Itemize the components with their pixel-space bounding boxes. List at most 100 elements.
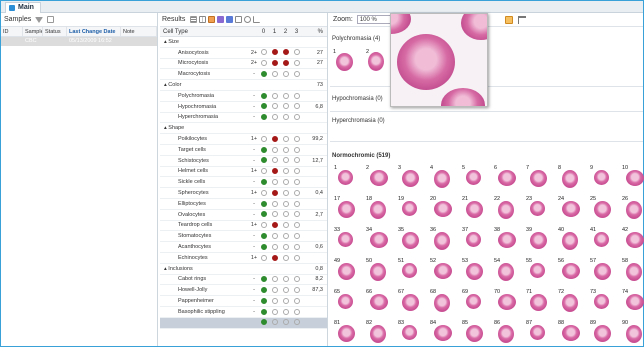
- results-row[interactable]: Microcytosis 2+ 27: [160, 59, 327, 70]
- cell-thumbnail[interactable]: [370, 294, 388, 310]
- cell-thumbnail[interactable]: [626, 263, 642, 281]
- cell-thumbnail[interactable]: [626, 325, 642, 343]
- results-row[interactable]: Spherocytes 1+ 0,4: [160, 188, 327, 199]
- results-row[interactable]: Howell-Jolly - 87,3: [160, 285, 327, 297]
- grade-radio[interactable]: [293, 135, 300, 142]
- grade-radio[interactable]: [271, 49, 278, 56]
- grade-radio[interactable]: [260, 189, 267, 196]
- col-last-change-date[interactable]: Last Change Date: [67, 27, 121, 36]
- grade-radio[interactable]: [282, 168, 289, 175]
- cell-thumbnail[interactable]: [530, 170, 547, 187]
- grade-radio[interactable]: [260, 60, 267, 67]
- grade-radio[interactable]: [293, 49, 300, 56]
- results-row[interactable]: Pappenheimer -: [160, 296, 327, 307]
- cell-thumbnail[interactable]: [370, 201, 386, 219]
- grade-radio[interactable]: [282, 157, 289, 164]
- grade-radio[interactable]: [271, 168, 278, 175]
- cell-thumbnail[interactable]: [530, 263, 545, 278]
- grade-radio[interactable]: [260, 308, 267, 315]
- grade-radio[interactable]: [271, 308, 278, 315]
- cell-thumbnail[interactable]: [370, 325, 386, 343]
- cell-thumbnail[interactable]: [562, 170, 578, 188]
- grade-radio[interactable]: [271, 189, 278, 196]
- grade-radio[interactable]: [271, 200, 278, 207]
- results-row[interactable]: Target cells -: [160, 145, 327, 156]
- cell-thumbnail[interactable]: [466, 294, 481, 309]
- grade-radio[interactable]: [282, 146, 289, 153]
- grade-radio[interactable]: [293, 168, 300, 175]
- cell-thumbnail[interactable]: [466, 201, 483, 218]
- grade-radio[interactable]: [271, 114, 278, 121]
- col-note[interactable]: Note: [121, 27, 157, 36]
- cell-thumbnail[interactable]: [498, 294, 516, 310]
- cell-thumbnail[interactable]: [434, 201, 452, 217]
- results-row[interactable]: Helmet cells 1+: [160, 167, 327, 178]
- highlight-tool-icon[interactable]: [505, 16, 513, 24]
- cell-thumbnail[interactable]: [338, 263, 355, 280]
- checkbox-icon[interactable]: [47, 16, 55, 23]
- grade-radio[interactable]: [271, 92, 278, 99]
- grade-radio[interactable]: [271, 254, 278, 261]
- grade-radio[interactable]: [260, 276, 267, 283]
- grade-radio[interactable]: [260, 103, 267, 110]
- grade-radio[interactable]: [260, 222, 267, 229]
- cell-thumbnail[interactable]: [562, 232, 578, 250]
- cell-thumbnail[interactable]: [402, 201, 417, 216]
- grade-radio[interactable]: [293, 243, 300, 250]
- grade-radio[interactable]: [282, 287, 289, 293]
- grade-radio[interactable]: [271, 287, 278, 293]
- grade-radio[interactable]: [260, 71, 267, 78]
- cell-thumbnail[interactable]: [562, 325, 580, 341]
- cell-thumbnail[interactable]: [626, 170, 644, 186]
- grade-radio[interactable]: [293, 297, 300, 304]
- grade-radio[interactable]: [282, 297, 289, 304]
- grade-radio[interactable]: [271, 222, 278, 229]
- cell-thumbnail[interactable]: [498, 263, 514, 281]
- cell-thumbnail[interactable]: [594, 201, 611, 218]
- grade-radio[interactable]: [282, 211, 289, 218]
- cell-thumbnail[interactable]: [626, 294, 644, 310]
- grade-radio[interactable]: [282, 60, 289, 67]
- grade-radio[interactable]: [271, 157, 278, 164]
- grade-radio[interactable]: [293, 200, 300, 207]
- grade-radio[interactable]: [293, 103, 300, 110]
- grade-radio[interactable]: [282, 189, 289, 196]
- document-icon[interactable]: [235, 16, 243, 23]
- grade-radio[interactable]: [293, 276, 300, 283]
- grade-radio[interactable]: [271, 297, 278, 304]
- cell-thumbnail[interactable]: [338, 170, 353, 185]
- grid-view-icon[interactable]: [199, 16, 207, 23]
- grade-radio[interactable]: [282, 233, 289, 240]
- grade-radio[interactable]: [293, 157, 300, 164]
- cell-thumbnail[interactable]: [594, 170, 609, 185]
- poly-cell-1[interactable]: [336, 53, 353, 71]
- results-row[interactable]: Hyperchromasia -: [160, 113, 327, 124]
- results-row[interactable]: Stomatocytes -: [160, 231, 327, 243]
- color-view-icon[interactable]: [217, 16, 225, 23]
- cell-thumbnail[interactable]: [370, 263, 386, 281]
- results-group-row[interactable]: ▴ Color 73: [160, 80, 327, 91]
- results-row[interactable]: Basophilic stippling -: [160, 307, 327, 318]
- grade-radio[interactable]: [282, 179, 289, 186]
- grade-radio[interactable]: [293, 319, 300, 326]
- grade-radio[interactable]: [260, 157, 267, 164]
- cell-thumbnail[interactable]: [562, 294, 578, 312]
- grade-radio[interactable]: [293, 189, 300, 196]
- grade-radio[interactable]: [282, 308, 289, 315]
- filter-icon[interactable]: [35, 16, 44, 23]
- grade-radio[interactable]: [282, 243, 289, 250]
- grade-radio[interactable]: [260, 319, 267, 326]
- cell-thumbnail[interactable]: [498, 325, 514, 343]
- grade-radio[interactable]: [271, 243, 278, 250]
- cell-thumbnail[interactable]: [402, 325, 417, 340]
- grade-radio[interactable]: [260, 233, 267, 240]
- cell-thumbnail[interactable]: [402, 170, 419, 187]
- grade-radio[interactable]: [271, 179, 278, 186]
- grade-radio[interactable]: [282, 114, 289, 121]
- grade-radio[interactable]: [293, 233, 300, 240]
- cell-thumbnail[interactable]: [466, 232, 481, 247]
- results-group-row[interactable]: ▴ Size: [160, 37, 327, 48]
- cell-thumbnail[interactable]: [626, 201, 642, 219]
- grade-radio[interactable]: [260, 168, 267, 175]
- cell-thumbnail[interactable]: [594, 263, 611, 280]
